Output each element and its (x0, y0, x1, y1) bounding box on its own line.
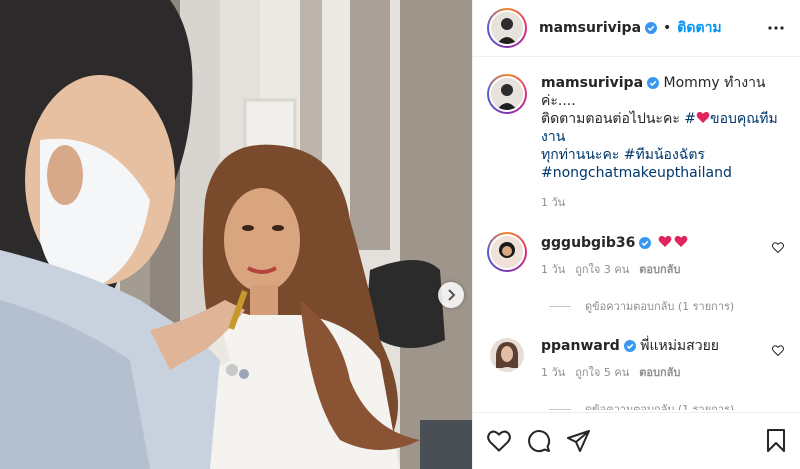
verified-badge-icon (639, 237, 652, 249)
follow-button[interactable]: ติดตาม (677, 17, 721, 39)
avatar-image (491, 12, 523, 44)
red-heart-emoji-icon (658, 235, 672, 247)
view-replies-label: ดูข้อความตอบกลับ (1 รายการ) (585, 300, 735, 313)
comment-body: gggubgib36 1 วัน ถูกใจ 3 คน ตอบกลับ (541, 232, 786, 279)
view-replies-label: ดูข้อความตอบกลับ (1 รายการ) (585, 403, 735, 410)
comment-avatar[interactable] (487, 232, 527, 272)
verified-badge-icon (645, 22, 658, 34)
comment-body: ppanward พี่แหม่มสวยย 1 วัน ถูกใจ 5 คน ต… (541, 335, 786, 382)
comment-text: พี่แหม่มสวยย (640, 338, 719, 354)
caption-timestamp[interactable]: 1 วัน (541, 194, 786, 212)
avatar-image (491, 236, 523, 268)
chevron-right-icon (448, 289, 456, 301)
hashtag-link[interactable]: ทุกท่านนะคะ (541, 147, 619, 163)
comment-likes[interactable]: ถูกใจ 5 คน (575, 364, 629, 382)
post-side-panel: mamsurivipa • ติดตาม mamsurivipa Mommy ท… (472, 0, 800, 469)
comment-meta: 1 วัน ถูกใจ 3 คน ตอบกลับ (541, 261, 786, 279)
post-header: mamsurivipa • ติดตาม (473, 0, 800, 57)
share-button[interactable] (567, 430, 591, 452)
more-options-icon[interactable] (768, 20, 784, 36)
header-separator: • (663, 20, 672, 36)
hashtag-link[interactable]: #nongchatmakeupthailand (541, 165, 732, 181)
comment-likes[interactable]: ถูกใจ 3 คน (575, 261, 629, 279)
caption-avatar[interactable] (487, 74, 527, 114)
verified-badge-icon (647, 77, 660, 89)
comment-timestamp[interactable]: 1 วัน (541, 364, 565, 382)
hashtag-link[interactable]: # (684, 111, 696, 127)
caption-text-2: ติดตามตอนต่อไปนะคะ (541, 111, 680, 127)
caption-username[interactable]: mamsurivipa (541, 75, 643, 91)
heart-icon (487, 430, 511, 452)
comment-meta: 1 วัน ถูกใจ 5 คน ตอบกลับ (541, 364, 786, 382)
photo-illustration (0, 0, 472, 469)
red-heart-emoji-icon (674, 235, 688, 247)
next-photo-button[interactable] (438, 282, 464, 308)
red-heart-emoji-icon (696, 111, 710, 123)
comment-avatar[interactable] (487, 335, 527, 375)
comment-item: gggubgib36 1 วัน ถูกใจ 3 คน ตอบกลับ (487, 232, 786, 279)
comment-timestamp[interactable]: 1 วัน (541, 261, 565, 279)
comment-like-heart-icon[interactable] (772, 345, 784, 356)
post-photo[interactable] (0, 0, 472, 469)
view-replies-button[interactable]: ดูข้อความตอบกลับ (1 รายการ) (549, 400, 786, 410)
bookmark-icon (767, 429, 785, 452)
avatar-image (491, 78, 523, 110)
comments-list[interactable]: mamsurivipa Mommy ทำงานค่ะ.... ติดตามตอน… (473, 58, 800, 410)
hashtag-link[interactable]: #ทีมน้องฉัตร (624, 147, 705, 163)
author-avatar[interactable] (487, 8, 527, 48)
comment-like-heart-icon[interactable] (772, 242, 784, 253)
replies-divider-line (549, 305, 571, 307)
post-action-bar (473, 412, 800, 469)
avatar-image (490, 338, 524, 372)
share-icon (567, 430, 590, 452)
comment-username[interactable]: gggubgib36 (541, 235, 635, 251)
like-button[interactable] (487, 430, 511, 452)
comment-button[interactable] (527, 429, 551, 453)
save-button[interactable] (766, 429, 786, 453)
reply-button[interactable]: ตอบกลับ (639, 261, 680, 279)
author-username[interactable]: mamsurivipa (539, 20, 641, 36)
caption-body: mamsurivipa Mommy ทำงานค่ะ.... ติดตามตอน… (541, 74, 786, 212)
reply-button[interactable]: ตอบกลับ (639, 364, 680, 382)
comment-item: ppanward พี่แหม่มสวยย 1 วัน ถูกใจ 5 คน ต… (487, 335, 786, 382)
verified-badge-icon (623, 340, 636, 352)
comment-username[interactable]: ppanward (541, 338, 620, 354)
comment-icon (528, 430, 551, 453)
replies-divider-line (549, 408, 571, 410)
caption: mamsurivipa Mommy ทำงานค่ะ.... ติดตามตอน… (487, 74, 786, 212)
view-replies-button[interactable]: ดูข้อความตอบกลับ (1 รายการ) (549, 297, 786, 315)
